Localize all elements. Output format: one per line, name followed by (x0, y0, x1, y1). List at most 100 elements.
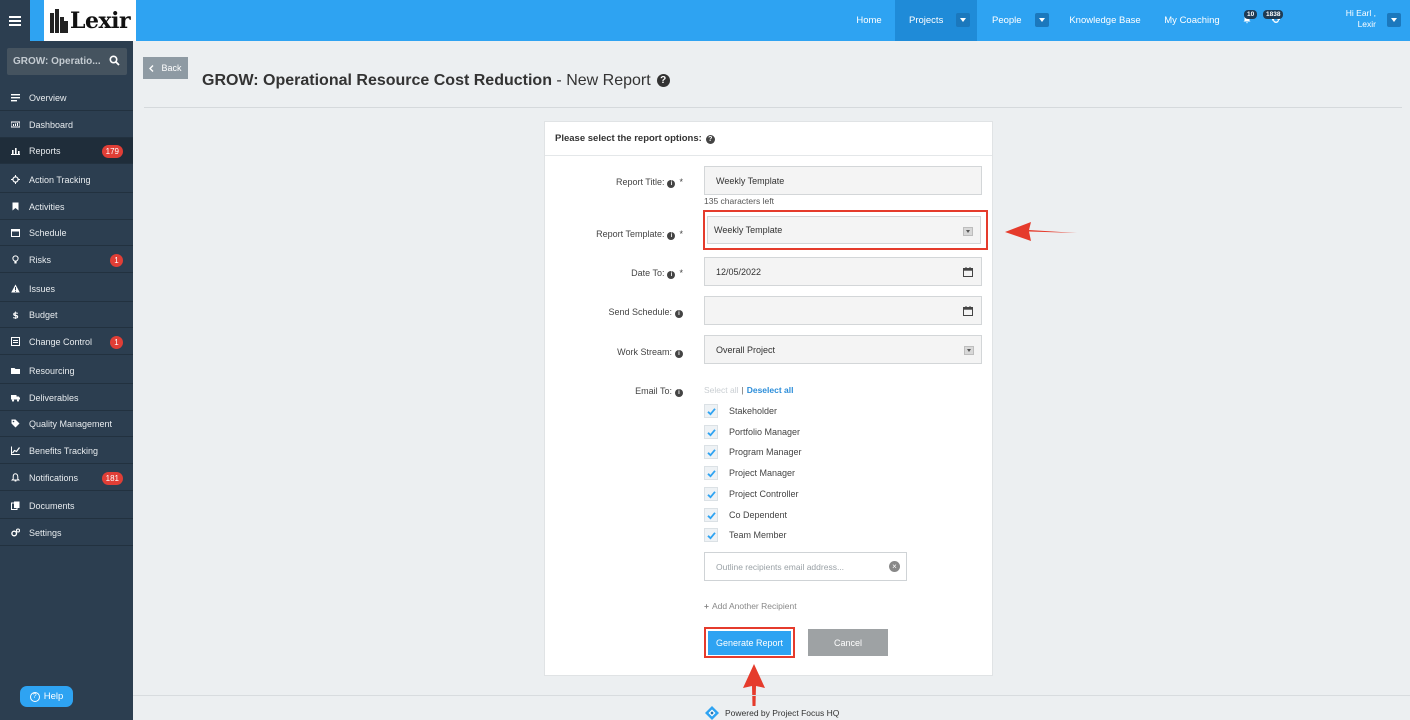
sidebar-item-settings[interactable]: Settings (0, 520, 133, 546)
sidebar-item-label: Reports (29, 145, 61, 156)
nav-projects[interactable]: Projects (895, 0, 977, 41)
help-button[interactable]: ? Help (20, 686, 73, 707)
report-template-select[interactable]: Weekly Template (707, 216, 981, 244)
checkbox[interactable] (704, 445, 718, 459)
recipient-project-controller[interactable]: Project Controller (704, 486, 799, 502)
checkbox[interactable] (704, 508, 718, 522)
panel-heading-text: Please select the report options: (555, 133, 702, 144)
info-icon[interactable]: i (667, 271, 676, 279)
email-to-label: Email To: i (635, 386, 683, 397)
svg-text:$: $ (12, 312, 18, 320)
generate-report-button[interactable]: Generate Report (708, 631, 791, 655)
recipient-project-manager[interactable]: Project Manager (704, 465, 795, 481)
sidebar-item-risks[interactable]: Risks 1 (0, 247, 133, 273)
clear-icon[interactable]: × (889, 561, 900, 572)
menu-toggle-button[interactable] (0, 0, 30, 41)
sidebar-item-label: Risks (29, 254, 51, 265)
chevron-down-icon[interactable] (956, 13, 970, 27)
sidebar-item-deliverables[interactable]: Deliverables (0, 385, 133, 411)
deselect-all-link[interactable]: Deselect all (747, 385, 794, 395)
recipient-stakeholder[interactable]: Stakeholder (704, 403, 777, 419)
report-title-label-text: Report Title: (615, 177, 665, 187)
sidebar-item-dashboard[interactable]: Dashboard (0, 112, 133, 138)
user-menu[interactable]: Hi Earl , Lexir (1330, 8, 1376, 30)
checkbox[interactable] (704, 487, 718, 501)
page-title-suffix: - New Report (551, 72, 651, 89)
sidebar-item-documents[interactable]: Documents (0, 493, 133, 519)
recipient-label: Team Member (729, 530, 787, 540)
sidebar-item-benefits-tracking[interactable]: Benefits Tracking (0, 438, 133, 464)
report-title-label: Report Title: i * (616, 177, 683, 188)
chevron-down-icon[interactable] (1387, 13, 1401, 27)
bookmark-icon (10, 202, 20, 212)
nav-home[interactable]: Home (845, 0, 893, 41)
select-controls: Select all | Deselect all (704, 385, 794, 395)
crosshair-icon (10, 175, 20, 185)
sidebar-item-notifications[interactable]: Notifications 181 (0, 465, 133, 491)
recipient-email-placeholder: Outline recipients email address... (716, 561, 845, 572)
sidebar-item-quality-management[interactable]: Quality Management (0, 411, 133, 437)
chevron-down-icon[interactable] (1035, 13, 1049, 27)
info-icon[interactable]: i (667, 180, 676, 188)
calendar-icon (10, 228, 20, 238)
info-icon[interactable]: i (667, 232, 676, 240)
footer-divider (133, 695, 1410, 696)
logo[interactable]: Lexir (44, 0, 136, 41)
sidebar-item-label: Activities (29, 201, 65, 212)
nav-people[interactable]: People (977, 0, 1053, 41)
checkmark-icon (706, 511, 716, 520)
help-circle-icon[interactable]: ? (656, 74, 670, 87)
logo-text: Lexir (70, 7, 131, 34)
report-title-input[interactable]: Weekly Template (704, 166, 982, 195)
recipient-team-member[interactable]: Team Member (704, 527, 787, 543)
required-star: * (679, 177, 683, 187)
checkbox[interactable] (704, 466, 718, 480)
sidebar-item-change-control[interactable]: Change Control 1 (0, 329, 133, 355)
sidebar-item-resourcing[interactable]: Resourcing (0, 358, 133, 384)
select-all-link[interactable]: Select all (704, 385, 739, 395)
checkbox[interactable] (704, 404, 718, 418)
sidebar-item-activities[interactable]: Activities (0, 194, 133, 220)
help-circle-icon[interactable]: ? (705, 135, 715, 144)
powered-by-text: Powered by Project Focus HQ (725, 708, 840, 718)
sidebar-item-label: Resourcing (29, 365, 75, 376)
info-icon[interactable]: i (675, 350, 683, 358)
recipient-portfolio-manager[interactable]: Portfolio Manager (704, 424, 800, 440)
recipient-program-manager[interactable]: Program Manager (704, 444, 802, 460)
info-icon[interactable]: i (675, 389, 683, 397)
sidebar-item-reports[interactable]: Reports 179 (0, 138, 133, 164)
calendar-icon[interactable] (963, 306, 973, 316)
sidebar-item-label: Settings (29, 527, 62, 538)
date-to-input[interactable]: 12/05/2022 (704, 257, 982, 286)
project-search[interactable]: GROW: Operatio... (7, 48, 127, 75)
search-icon[interactable] (109, 55, 120, 69)
checkbox[interactable] (704, 528, 718, 542)
change-control-icon (10, 337, 20, 347)
info-icon[interactable]: i (675, 310, 683, 318)
user-greeting: Hi Earl , (1345, 8, 1376, 18)
sidebar-item-issues[interactable]: Issues (0, 276, 133, 302)
work-stream-label: Work Stream: i (617, 347, 683, 358)
checkbox[interactable] (704, 425, 718, 439)
sidebar-item-budget[interactable]: $ Budget (0, 302, 133, 328)
report-options-panel: Please select the report options:? Repor… (544, 121, 993, 676)
report-template-label-text: Report Template: (596, 229, 665, 239)
sidebar-item-action-tracking[interactable]: Action Tracking (0, 167, 133, 193)
back-button[interactable]: Back (143, 57, 188, 79)
tag-icon (10, 419, 20, 429)
plus-icon: + (704, 601, 709, 611)
nav-knowledge-base[interactable]: Knowledge Base (1060, 0, 1150, 41)
send-schedule-input[interactable] (704, 296, 982, 325)
report-template-label: Report Template: i * (596, 229, 683, 240)
calendar-icon[interactable] (963, 267, 973, 277)
sidebar-item-overview[interactable]: Overview (0, 85, 133, 111)
recipient-co-dependent[interactable]: Co Dependent (704, 507, 787, 523)
sidebar-item-schedule[interactable]: Schedule (0, 220, 133, 246)
nav-my-coaching[interactable]: My Coaching (1158, 0, 1226, 41)
alerts-count-badge: 10 (1244, 10, 1258, 19)
cancel-button[interactable]: Cancel (808, 629, 888, 656)
add-recipient-link[interactable]: + Add Another Recipient (704, 601, 797, 611)
recipient-email-input[interactable]: Outline recipients email address... × (704, 552, 907, 581)
work-stream-select[interactable]: Overall Project (704, 335, 982, 364)
back-label: Back (161, 63, 182, 73)
